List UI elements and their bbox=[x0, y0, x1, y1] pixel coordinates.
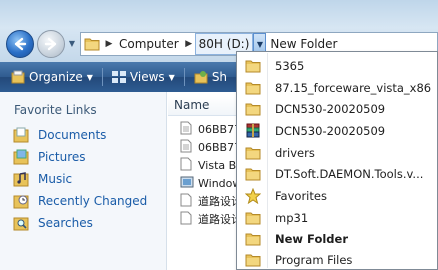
folder-icon bbox=[81, 33, 103, 55]
back-arrow-icon bbox=[14, 37, 27, 51]
file-row[interactable]: 道路设计 bbox=[180, 192, 242, 210]
star-icon bbox=[244, 187, 262, 205]
file-name: 06BB77 bbox=[198, 140, 242, 154]
folder-icon bbox=[244, 209, 262, 227]
file-name: Window bbox=[198, 176, 242, 190]
rar-archive-icon bbox=[244, 122, 262, 140]
menu-item-program-files[interactable]: Program Files bbox=[238, 249, 434, 270]
menu-item-forceware[interactable]: 87.15_forceware_vista_x86 bbox=[238, 77, 434, 99]
breadcrumb-computer[interactable]: Computer bbox=[115, 33, 183, 55]
organize-button[interactable]: Organize ▼ bbox=[6, 65, 98, 89]
sidebar-item-label: Searches bbox=[38, 216, 93, 230]
favorite-links-header: Favorite Links bbox=[14, 103, 97, 117]
menu-item-5365[interactable]: 5365 bbox=[238, 55, 434, 77]
folder-icon bbox=[244, 57, 262, 75]
menu-item-label: DCN530-20020509 bbox=[275, 124, 386, 138]
recently-changed-folder-icon bbox=[12, 192, 30, 210]
share-label: Sh bbox=[211, 70, 228, 84]
organize-icon bbox=[11, 70, 25, 84]
menu-item-new-folder[interactable]: New Folder bbox=[238, 228, 434, 250]
share-button[interactable]: Sh bbox=[189, 65, 232, 89]
recent-pages-chevron-icon[interactable]: ▼ bbox=[67, 37, 77, 51]
back-button[interactable] bbox=[6, 30, 34, 58]
sidebar-item-pictures[interactable]: Pictures bbox=[12, 147, 86, 167]
application-file-icon bbox=[180, 175, 194, 191]
views-button[interactable]: Views ▼ bbox=[107, 65, 180, 89]
menu-item-drivers[interactable]: drivers bbox=[238, 142, 434, 164]
organize-label: Organize bbox=[29, 70, 83, 84]
menu-item-dcn530-folder[interactable]: DCN530-20020509 bbox=[238, 98, 434, 120]
menu-item-mp31[interactable]: mp31 bbox=[238, 207, 434, 229]
menu-item-daemon-tools[interactable]: DT.Soft.DAEMON.Tools.v... bbox=[238, 163, 434, 185]
folder-icon bbox=[244, 100, 262, 118]
breadcrumb-separator-icon[interactable]: ▶ bbox=[103, 39, 115, 49]
divider bbox=[183, 68, 185, 86]
sidebar-item-label: Documents bbox=[38, 128, 107, 142]
menu-item-dcn530-archive[interactable]: DCN530-20020509 bbox=[238, 120, 434, 142]
menu-item-favorites[interactable]: Favorites bbox=[238, 185, 434, 207]
folder-icon bbox=[244, 230, 262, 248]
sidebar-item-documents[interactable]: Documents bbox=[12, 125, 106, 145]
text-file-icon bbox=[180, 121, 194, 137]
folder-icon bbox=[244, 79, 262, 97]
folder-icon bbox=[244, 144, 262, 162]
menu-item-label: mp31 bbox=[275, 211, 309, 225]
menu-item-label: 5365 bbox=[275, 59, 305, 73]
sidebar-item-searches[interactable]: Searches bbox=[12, 213, 93, 233]
menu-item-label: 87.15_forceware_vista_x86 bbox=[275, 81, 432, 95]
file-row[interactable]: 道路设计 bbox=[180, 210, 242, 228]
sidebar-item-label: Music bbox=[38, 172, 73, 186]
navigation-pane: Favorite Links Documents Pictures Music … bbox=[0, 92, 167, 270]
document-file-icon bbox=[180, 157, 194, 173]
share-icon bbox=[194, 70, 208, 84]
sidebar-item-label: Recently Changed bbox=[38, 194, 148, 208]
music-folder-icon bbox=[12, 170, 30, 188]
folder-icon bbox=[244, 251, 262, 269]
file-row[interactable]: Vista Bu bbox=[180, 156, 243, 174]
text-file-icon bbox=[180, 193, 194, 209]
text-file-icon bbox=[180, 211, 194, 227]
sidebar-item-music[interactable]: Music bbox=[12, 169, 72, 189]
file-row[interactable]: Window bbox=[180, 174, 241, 192]
forward-arrow-icon bbox=[44, 37, 57, 51]
file-row[interactable]: 06BB77 bbox=[180, 138, 241, 156]
subfolder-dropdown-menu: 5365 87.15_forceware_vista_x86 DCN530-20… bbox=[236, 51, 438, 270]
column-header-label: Name bbox=[174, 98, 210, 112]
menu-item-label: drivers bbox=[275, 146, 315, 160]
sidebar-item-recently-changed[interactable]: Recently Changed bbox=[12, 191, 147, 211]
menu-item-label: New Folder bbox=[275, 232, 348, 246]
views-label: Views bbox=[129, 70, 165, 84]
views-icon bbox=[111, 71, 126, 83]
forward-button[interactable] bbox=[37, 30, 65, 58]
searches-folder-icon bbox=[12, 214, 30, 232]
divider bbox=[101, 68, 103, 86]
folder-icon bbox=[244, 165, 262, 183]
menu-item-label: Program Files bbox=[275, 253, 353, 267]
text-file-icon bbox=[180, 139, 194, 155]
chevron-down-icon: ▼ bbox=[168, 72, 175, 82]
file-name: 06BB77 bbox=[198, 122, 242, 136]
menu-item-label: Favorites bbox=[275, 189, 327, 203]
chevron-down-icon: ▼ bbox=[86, 72, 93, 82]
menu-item-label: DCN530-20020509 bbox=[275, 102, 386, 116]
breadcrumb-separator-icon[interactable]: ▶ bbox=[183, 39, 195, 49]
menu-item-label: DT.Soft.DAEMON.Tools.v... bbox=[275, 167, 424, 181]
documents-folder-icon bbox=[12, 126, 30, 144]
sidebar-item-label: Pictures bbox=[38, 150, 86, 164]
pictures-folder-icon bbox=[12, 148, 30, 166]
file-row[interactable]: 06BB77 bbox=[180, 120, 241, 138]
